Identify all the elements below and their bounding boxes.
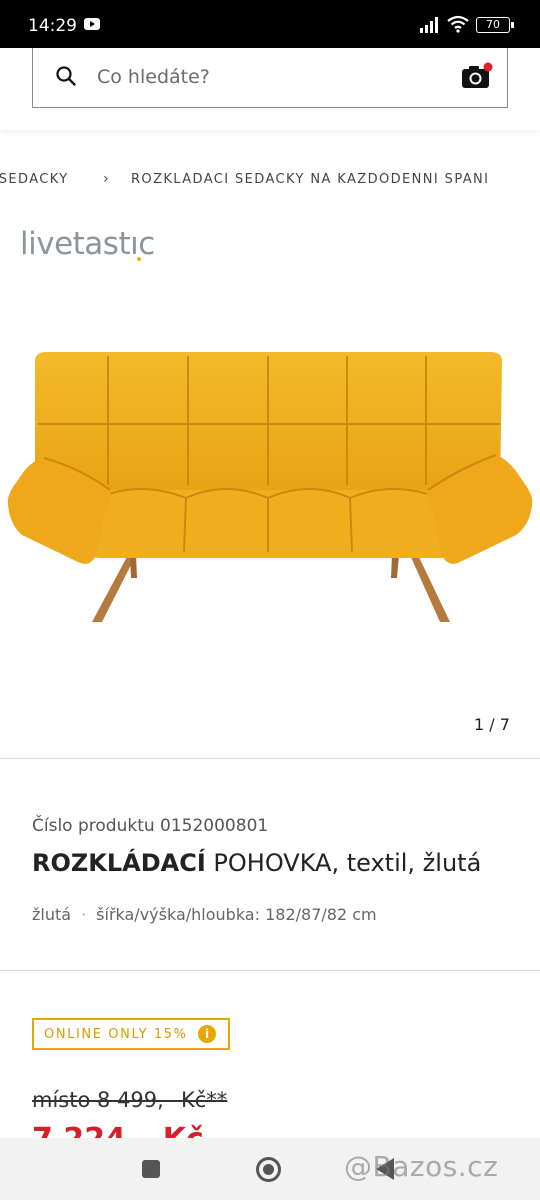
breadcrumb-separator-icon: › (103, 172, 110, 187)
search-input[interactable] (97, 48, 437, 106)
signal-icon (420, 17, 438, 33)
info-icon[interactable]: i (198, 1025, 216, 1043)
recent-apps-icon[interactable] (142, 1160, 160, 1178)
online-only-badge-text: ONLINE ONLY 15% (44, 1027, 188, 1042)
old-price: místo 8 499,– Kč** (32, 1088, 228, 1112)
wifi-icon (447, 15, 469, 33)
breadcrumb-item-rozkladaci[interactable]: ROZKLÁDACÍ SEDAČKY NA KAŽDODENNÍ SPANÍ (131, 172, 489, 187)
watermark: @Bazos.cz (344, 1150, 499, 1183)
product-attributes: žlutá · šířka/výška/hloubka: 182/87/82 cm (32, 905, 377, 924)
divider (0, 758, 540, 759)
product-image[interactable] (0, 330, 540, 640)
status-time: 14:29 (28, 16, 77, 36)
product-title-strong: ROZKLÁDACÍ (32, 849, 206, 877)
system-navigation-bar: @Bazos.cz (0, 1138, 540, 1200)
search-icon[interactable] (55, 65, 77, 87)
product-title-rest: POHOVKA, textil, žlutá (205, 849, 482, 877)
youtube-notification-icon (84, 18, 100, 30)
product-color: žlutá (32, 905, 72, 924)
breadcrumb-item-sedacky[interactable]: Í SEDAČKY (0, 172, 69, 187)
search-box[interactable] (32, 48, 508, 108)
product-dimensions: šířka/výška/hloubka: 182/87/82 cm (96, 905, 377, 924)
search-header (0, 48, 540, 130)
breadcrumb: Í SEDAČKY › ROZKLÁDACÍ SEDAČKY NA KAŽDOD… (0, 172, 540, 192)
status-bar: 14:29 70 (0, 0, 540, 48)
current-price: 7 224,– Kč (32, 1122, 204, 1138)
product-title: ROZKLÁDACÍ POHOVKA, textil, žlutá (32, 849, 481, 877)
image-counter: 1 / 7 (474, 715, 510, 734)
battery-icon: 70 (476, 17, 514, 33)
home-icon[interactable] (256, 1157, 281, 1182)
attribute-separator: · (81, 905, 87, 924)
camera-search-icon[interactable] (461, 62, 493, 90)
brand-logo-dot (137, 257, 141, 261)
brand-logo[interactable]: livetastıc (20, 226, 155, 262)
product-number: Číslo produktu 0152000801 (32, 816, 269, 836)
online-only-badge: ONLINE ONLY 15% i (32, 1018, 230, 1050)
divider (0, 970, 540, 971)
